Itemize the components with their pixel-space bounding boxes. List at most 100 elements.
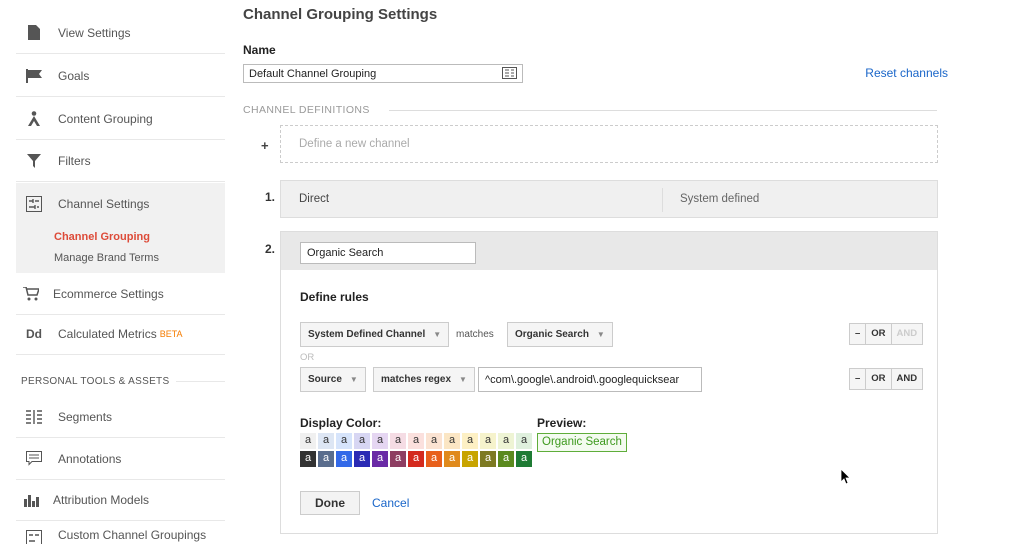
rule2-value-input[interactable] xyxy=(478,367,702,392)
sidebar-item-label: Custom Channel Groupings xyxy=(58,528,207,542)
or-button[interactable]: OR xyxy=(866,368,892,390)
custom-channel-icon xyxy=(24,530,44,544)
caret-down-icon: ▼ xyxy=(433,330,442,339)
sidebar-item-label: Ecommerce Settings xyxy=(53,286,164,301)
color-swatch[interactable]: a xyxy=(300,433,316,449)
sidebar-item-content-grouping[interactable]: Content Grouping xyxy=(16,98,225,140)
color-swatch[interactable]: a xyxy=(444,433,460,449)
cart-icon xyxy=(21,284,41,304)
sidebar-item-segments[interactable]: Segments xyxy=(16,396,225,438)
color-swatch[interactable]: a xyxy=(372,433,388,449)
color-swatch[interactable]: a xyxy=(390,451,406,467)
sidebar-item-label: Calculated Metrics xyxy=(58,326,157,341)
sidebar-item-label: Channel Settings xyxy=(58,197,150,211)
reset-channels-link[interactable]: Reset channels xyxy=(865,66,948,80)
or-separator: OR xyxy=(300,352,315,363)
caret-down-icon: ▼ xyxy=(459,375,467,384)
color-swatch[interactable]: a xyxy=(372,451,388,467)
done-button[interactable]: Done xyxy=(300,491,360,515)
caret-down-icon: ▼ xyxy=(596,330,605,339)
rule2-button-group: – OR AND xyxy=(849,368,924,390)
sidebar-subitem-channel-grouping[interactable]: Channel Grouping xyxy=(16,227,225,248)
dropdown-value: System Defined Channel xyxy=(308,329,426,340)
display-color-label: Display Color: xyxy=(300,416,382,430)
color-swatch[interactable]: a xyxy=(408,433,424,449)
sidebar-item-view-settings[interactable]: View Settings xyxy=(16,12,225,54)
heading-divider xyxy=(176,381,225,382)
color-swatch[interactable]: a xyxy=(336,451,352,467)
color-swatch[interactable]: a xyxy=(426,433,442,449)
color-swatch[interactable]: a xyxy=(480,433,496,449)
person-icon xyxy=(24,109,44,129)
sidebar-item-channel-settings[interactable]: Channel Settings xyxy=(16,183,225,225)
sidebar-item-calculated-metrics[interactable]: Dd Calculated Metrics BETA xyxy=(16,313,225,355)
channel-row-direct[interactable]: Direct System defined xyxy=(280,180,938,218)
sidebar-item-goals[interactable]: Goals xyxy=(16,55,225,97)
plus-icon[interactable]: + xyxy=(261,138,269,153)
rule1-button-group: – OR AND xyxy=(849,323,924,345)
annotation-icon xyxy=(24,449,44,469)
flag-icon xyxy=(24,66,44,86)
color-swatch[interactable]: a xyxy=(498,451,514,467)
dropdown-value: Source xyxy=(308,374,342,385)
sidebar-item-label: Content Grouping xyxy=(58,111,153,126)
color-swatch[interactable]: a xyxy=(516,451,532,467)
color-swatch[interactable]: a xyxy=(318,451,334,467)
channel-settings-submenu: Channel Grouping Manage Brand Terms xyxy=(16,225,225,273)
color-swatch[interactable]: a xyxy=(462,433,478,449)
segments-icon xyxy=(24,407,44,427)
color-swatch[interactable]: a xyxy=(498,433,514,449)
grouping-name-input[interactable] xyxy=(243,64,523,83)
sidebar-item-attribution-models[interactable]: Attribution Models xyxy=(16,479,225,521)
channel-name: Direct xyxy=(299,193,330,205)
channel-definitions-heading: CHANNEL DEFINITIONS xyxy=(243,104,370,116)
sidebar-item-label: Segments xyxy=(58,409,113,424)
color-swatch[interactable]: a xyxy=(516,433,532,449)
sidebar-subitem-manage-brand-terms[interactable]: Manage Brand Terms xyxy=(16,248,225,269)
dropdown-value: Organic Search xyxy=(515,329,589,340)
sidebar-item-ecommerce-settings[interactable]: Ecommerce Settings xyxy=(16,273,225,315)
channel-status: System defined xyxy=(680,193,760,205)
rule1-value-dropdown[interactable]: Organic Search ▼ xyxy=(507,322,613,347)
color-swatch[interactable]: a xyxy=(462,451,478,467)
rule2-operator-dropdown[interactable]: matches regex ▼ xyxy=(373,367,475,392)
preview-label: Preview: xyxy=(537,416,587,430)
mouse-cursor-icon xyxy=(840,468,851,488)
color-swatch[interactable]: a xyxy=(354,433,370,449)
sidebar-item-label: Filters xyxy=(58,153,91,168)
color-swatch[interactable]: a xyxy=(354,451,370,467)
color-swatch[interactable]: a xyxy=(444,451,460,467)
sidebar-item-filters[interactable]: Filters xyxy=(16,140,225,182)
color-swatch[interactable]: a xyxy=(480,451,496,467)
color-swatch[interactable]: a xyxy=(336,433,352,449)
sidebar-item-custom-channel-groupings[interactable]: Custom Channel Groupings xyxy=(16,521,225,544)
channel-icon xyxy=(24,194,44,214)
channel-editor-panel: Define rules System Defined Channel ▼ mat… xyxy=(280,231,938,534)
page-title: Channel Grouping Settings xyxy=(243,6,438,23)
color-swatch[interactable]: a xyxy=(300,451,316,467)
dd-icon: Dd xyxy=(26,326,42,341)
sidebar-item-annotations[interactable]: Annotations xyxy=(16,438,225,480)
rule1-dimension-dropdown[interactable]: System Defined Channel ▼ xyxy=(300,322,450,347)
color-swatch[interactable]: a xyxy=(426,451,442,467)
or-button[interactable]: OR xyxy=(866,323,892,345)
color-swatch[interactable]: a xyxy=(408,451,424,467)
channel-name-input[interactable] xyxy=(300,242,476,264)
define-new-channel-button[interactable]: Define a new channel xyxy=(280,125,938,163)
and-button[interactable]: AND xyxy=(891,323,924,345)
remove-rule-button[interactable]: – xyxy=(849,368,867,390)
channel-row-divider xyxy=(662,188,663,212)
rule2-dimension-dropdown[interactable]: Source ▼ xyxy=(300,367,366,392)
color-swatch[interactable]: a xyxy=(318,433,334,449)
cancel-link[interactable]: Cancel xyxy=(372,496,409,510)
channel-number: 2. xyxy=(265,242,276,256)
dark-swatch-row: aaaaaaaaaaaaa xyxy=(300,451,534,467)
name-label: Name xyxy=(243,43,276,57)
sidebar: View Settings Goals Content Grouping Fil… xyxy=(0,0,225,544)
remove-rule-button[interactable]: – xyxy=(849,323,867,345)
color-swatch[interactable]: a xyxy=(390,433,406,449)
light-swatch-row: aaaaaaaaaaaaa xyxy=(300,433,534,449)
and-button[interactable]: AND xyxy=(891,368,924,390)
section-divider xyxy=(389,110,937,111)
rule1-operator: matches xyxy=(456,329,494,340)
